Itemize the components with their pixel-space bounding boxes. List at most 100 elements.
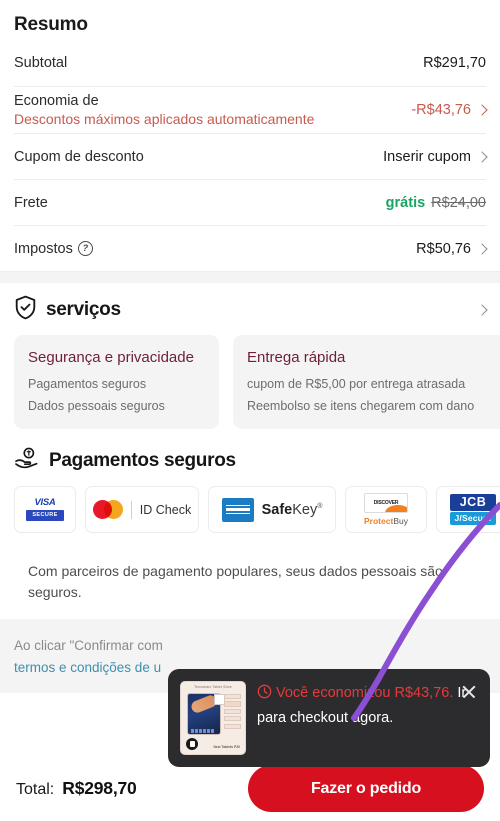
savings-value: -R$43,76	[411, 102, 471, 118]
toast-savings-text: Você economizou R$43,76.	[276, 685, 454, 701]
services-header-left: serviços	[14, 295, 121, 325]
product-thumbnail: Tecnomarc Tablet Store New Tablets P20	[180, 681, 246, 755]
payments-section: Pagamentos seguros VISA SECURE ID Check	[0, 429, 500, 603]
protectbuy-bold: Protect	[364, 516, 394, 527]
service-card-item: Pagamentos seguros	[28, 377, 147, 391]
thumbnail-keys	[191, 721, 217, 733]
amex-safekey-mark: SafeKey®	[221, 497, 323, 522]
jcb-wordmark: JCB	[450, 494, 496, 511]
summary-row-coupon[interactable]: Cupom de desconto Inserir cupom	[14, 133, 488, 179]
jcb-jsecure-mark: JCB J/Secure	[450, 494, 496, 525]
discover-wordmark: DISCOVER	[373, 499, 399, 506]
terms-text-before: Ao clicar "Confirmar com	[14, 638, 163, 653]
coupon-value-wrap[interactable]: Inserir cupom	[383, 148, 488, 165]
shipping-original-price: R$24,00	[431, 194, 486, 211]
chevron-right-icon	[476, 150, 488, 163]
savings-sublabel: Descontos máximos aplicados automaticame…	[14, 111, 315, 127]
divider	[130, 500, 132, 519]
row-label-wrap: Impostos ?	[14, 241, 93, 257]
subtotal-label: Subtotal	[14, 55, 68, 71]
discover-protectbuy-badge: DISCOVER ProtectBuy	[345, 486, 427, 533]
visa-secure-badge: VISA SECURE	[14, 486, 76, 533]
service-card-security[interactable]: Segurança e privacidade Pagamentos segur…	[14, 335, 219, 429]
safekey-bold: Safe	[261, 501, 293, 518]
summary-row-subtotal: Subtotal R$291,70	[14, 46, 486, 86]
savings-value-wrap[interactable]: -R$43,76	[411, 102, 488, 118]
payments-note: Com parceiros de pagamento populares, se…	[28, 563, 443, 600]
summary-row-taxes[interactable]: Impostos ? R$50,76	[14, 225, 488, 271]
mastercard-icon	[92, 500, 123, 519]
page-title: Resumo	[14, 14, 88, 35]
savings-toast[interactable]: Tecnomarc Tablet Store New Tablets P20 V…	[168, 669, 490, 767]
order-total: Total: R$298,70	[16, 778, 137, 799]
thumbnail-store-name: Tecnomarc Tablet Store	[194, 685, 232, 689]
service-card-title: Segurança e privacidade	[28, 349, 194, 366]
mastercard-id-check-badge: ID Check	[85, 486, 199, 533]
thumbnail-product-name: New Tablets P20	[213, 745, 240, 749]
discover-arc	[385, 505, 407, 513]
payments-title: Pagamentos seguros	[49, 449, 236, 471]
protectbuy-light: Buy	[393, 516, 408, 527]
taxes-value-wrap[interactable]: R$50,76	[416, 240, 488, 257]
taxes-value: R$50,76	[416, 240, 471, 257]
coupon-action-label: Inserir cupom	[383, 148, 471, 165]
service-card-delivery[interactable]: Entrega rápida cupom de R$5,00 por entre…	[233, 335, 500, 429]
place-order-button[interactable]: Fazer o pedido	[248, 765, 484, 812]
chevron-right-icon	[476, 242, 488, 255]
subtotal-value-wrap: R$291,70	[423, 55, 486, 71]
payments-header: Pagamentos seguros	[14, 447, 486, 474]
checkout-summary-page: Resumo Subtotal R$291,70 Economia de Des…	[0, 0, 500, 821]
services-card-list: Segurança e privacidade Pagamentos segur…	[14, 335, 500, 429]
subtotal-value: R$291,70	[423, 55, 486, 71]
safekey-label: SafeKey®	[261, 501, 323, 518]
visa-secure-mark: VISA SECURE	[26, 497, 64, 521]
toast-message: Você economizou R$43,76. Ir para checkou…	[257, 682, 478, 730]
shipping-label: Frete	[14, 194, 48, 211]
payment-badge-list: VISA SECURE ID Check SafeKey® DISCOVER P…	[14, 486, 500, 533]
id-check-label: ID Check	[139, 502, 192, 517]
discover-protectbuy-mark: DISCOVER ProtectBuy	[364, 493, 408, 526]
service-card-item: Reembolso se itens chegarem com dano	[247, 399, 475, 413]
services-header[interactable]: serviços	[14, 295, 488, 335]
service-card-title: Entrega rápida	[247, 349, 346, 366]
amex-safekey-badge: SafeKey®	[208, 486, 336, 533]
summary-row-shipping: Frete grátis R$24,00	[14, 179, 486, 225]
coupon-label: Cupom de desconto	[14, 148, 144, 165]
row-label-wrap: Frete	[14, 195, 48, 211]
services-title: serviços	[46, 299, 121, 320]
help-circle-icon[interactable]: ?	[77, 241, 93, 256]
visa-secure-label: SECURE	[26, 509, 64, 521]
jsecure-label: J/Secure	[450, 512, 496, 525]
service-card-item: Dados pessoais seguros	[28, 399, 165, 413]
services-section: serviços Segurança e privacidade Pagamen…	[0, 283, 500, 429]
shipping-value-wrap: grátis R$24,00	[386, 195, 486, 211]
close-icon[interactable]	[458, 681, 480, 703]
summary-section: Resumo Subtotal R$291,70 Economia de Des…	[0, 0, 500, 271]
row-label-wrap: Subtotal	[14, 55, 67, 71]
discover-icon: DISCOVER	[364, 493, 408, 514]
row-label-wrap: Economia de Descontos máximos aplicados …	[14, 93, 314, 127]
shield-check-icon	[14, 295, 37, 325]
shipping-free-label: grátis	[385, 194, 426, 211]
visa-wordmark: VISA	[34, 497, 56, 508]
hand-coin-icon	[14, 447, 40, 474]
row-label-wrap: Cupom de desconto	[14, 149, 144, 165]
service-card-item: cupom de R$5,00 por entrega atrasada	[247, 377, 466, 391]
summary-row-savings[interactable]: Economia de Descontos máximos aplicados …	[14, 86, 488, 133]
terms-link[interactable]: termos e condições de u	[14, 660, 161, 675]
savings-label: Economia de	[14, 93, 99, 109]
total-value: R$298,70	[62, 778, 137, 798]
clock-icon	[257, 684, 272, 707]
jcb-jsecure-badge: JCB J/Secure	[436, 486, 500, 533]
protectbuy-label: ProtectBuy	[364, 517, 408, 526]
total-label: Total:	[16, 781, 55, 798]
toast-pointer-arrow	[365, 744, 383, 755]
safekey-light: Key	[292, 501, 318, 518]
section-divider	[0, 271, 500, 283]
amex-icon	[221, 497, 254, 522]
chevron-right-icon	[476, 104, 488, 116]
thumbnail-spec-lines	[224, 694, 241, 731]
mastercard-id-check-mark: ID Check	[92, 500, 192, 519]
taxes-label-wrap: Impostos ?	[14, 241, 93, 257]
chevron-right-icon[interactable]	[476, 304, 488, 316]
